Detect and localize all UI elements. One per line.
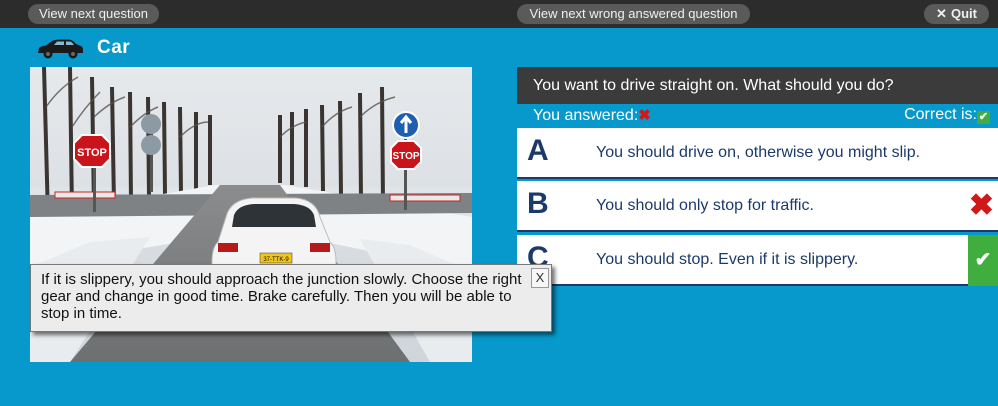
stop-sign-left-text: STOP: [77, 147, 107, 159]
category-header: Car: [36, 36, 130, 60]
check-icon: ✔: [977, 111, 990, 124]
view-next-wrong-question-button[interactable]: View next wrong answered question: [517, 4, 750, 24]
wrong-icon: ✖: [638, 107, 651, 124]
correct-label: Correct is:: [904, 106, 977, 123]
answer-option-b[interactable]: B You should only stop for traffic. ✖: [517, 181, 998, 232]
answered-label: You answered:: [533, 107, 639, 124]
explanation-popup: If it is slippery, you should approach t…: [30, 264, 552, 332]
option-text: You should drive on, otherwise you might…: [596, 144, 921, 161]
license-plate: 37-TTK-9: [263, 257, 289, 263]
correct-answer-status: Correct is: ✔: [904, 106, 990, 124]
category-title: Car: [97, 37, 131, 58]
option-text: You should stop. Even if it is slippery.: [596, 251, 859, 268]
quit-label: Quit: [950, 6, 977, 21]
wrong-answer-icon: ✖: [968, 189, 994, 222]
correct-answer-icon: ✔: [968, 235, 998, 286]
option-letter: A: [527, 134, 549, 167]
answer-option-a[interactable]: A You should drive on, otherwise you mig…: [517, 128, 998, 179]
view-next-question-button[interactable]: View next question: [28, 4, 159, 24]
option-letter: B: [527, 187, 549, 220]
your-answer-status: You answered:✖: [533, 106, 651, 125]
close-popup-button[interactable]: X: [531, 268, 549, 288]
quit-button[interactable]: ✕ Quit: [924, 4, 989, 24]
explanation-text: If it is slippery, you should approach t…: [41, 271, 522, 322]
option-text: You should only stop for traffic.: [596, 197, 814, 214]
answer-option-c[interactable]: C You should stop. Even if it is slipper…: [517, 235, 998, 286]
stop-sign-right-text: STOP: [392, 151, 419, 162]
answer-status-row: You answered:✖ Correct is: ✔: [517, 104, 998, 126]
close-icon: ✕: [936, 6, 947, 21]
car-icon: [38, 39, 83, 59]
question-text: You want to drive straight on. What shou…: [517, 67, 998, 104]
top-bar: View next question View next wrong answe…: [0, 0, 998, 28]
